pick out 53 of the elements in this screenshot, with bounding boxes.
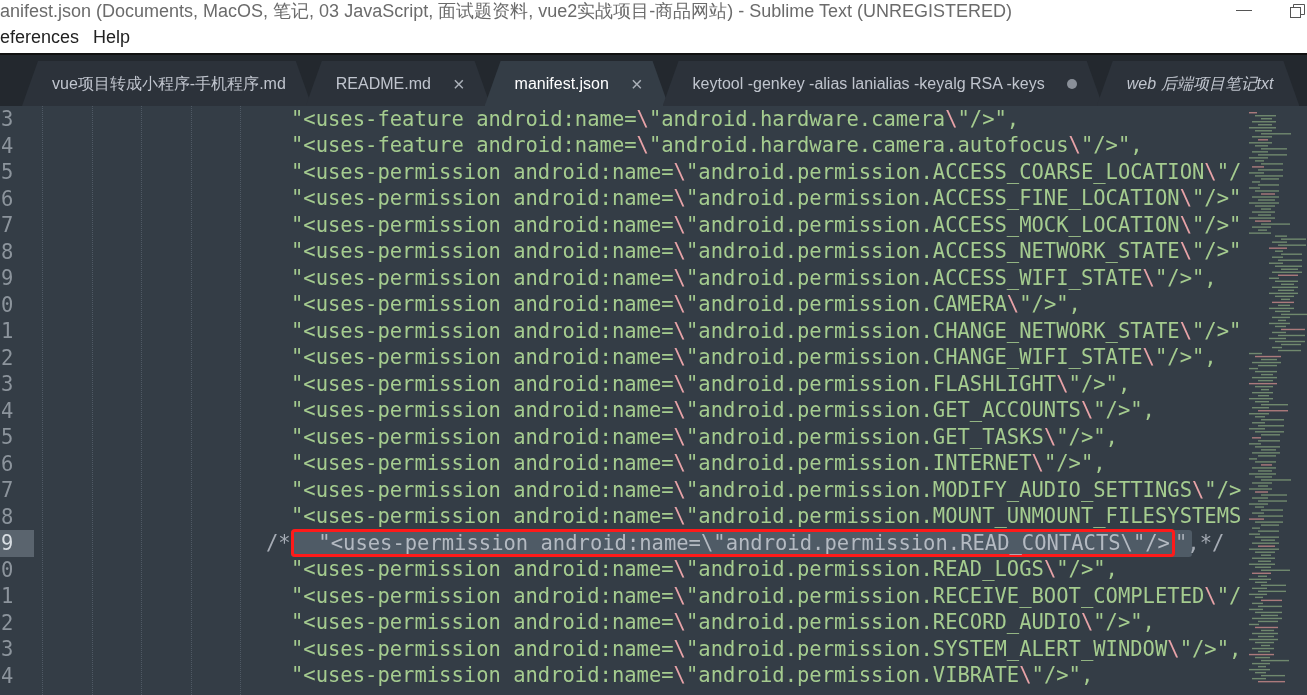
code-line: "<uses-permission android:name=\"android.permission.VIBRATE\"/>", (291, 663, 1094, 688)
line-number: 6 (0, 185, 15, 212)
restore-icon[interactable] (1290, 4, 1305, 18)
code-line: "<uses-permission android:name=\"android.permission.FLASHLIGHT\"/>", (291, 371, 1131, 396)
code-line: "<uses-permission android:name=\"android.permission.SYSTEM_ALERT_WINDOW\"/>", (291, 636, 1242, 661)
line-number: 4 (0, 662, 15, 689)
line-number: 1 (0, 318, 15, 345)
line-number: 3 (0, 106, 15, 133)
line-number: 5 (0, 424, 15, 451)
menu-item[interactable]: eferences (0, 24, 80, 51)
code-line: "<uses-permission android:name=\"android.permission.CHANGE_WIFI_STATE\"/>", (291, 345, 1217, 370)
menu-item[interactable]: Help (93, 24, 131, 51)
line-number: 9 (0, 265, 15, 292)
code-line: "<uses-permission android:name=\"android.permission.CHANGE_NETWORK_STATE\"/>" (291, 318, 1242, 343)
line-number: 3 (0, 636, 15, 663)
comment-mark: ",*/ (1174, 532, 1225, 555)
code-line: "<uses-permission android:name=\"android.permission.ACCESS_WIFI_STATE\"/>", (291, 265, 1217, 290)
minimize-icon[interactable] (1236, 10, 1252, 12)
code-line: "<uses-permission android:name=\"android.permission.READ_LOGS\"/>", (291, 557, 1118, 582)
code-line: "<uses-permission android:name=\"android.permission.MODIFY_AUDIO_SETTINGS\"/> (291, 477, 1242, 502)
code-line: "<uses-permission android:name=\"android.permission.ACCESS_MOCK_LOCATION\"/>" (291, 212, 1242, 237)
close-icon[interactable]: × (630, 73, 643, 94)
line-number: 1 (0, 583, 15, 610)
line-number: 7 (0, 477, 15, 504)
code-line: "<uses-feature android:name=\"android.hardware.camera\"/>", (291, 106, 1020, 131)
comment-mark: /* (266, 532, 291, 555)
code-line: "<uses-permission android:name=\"android.permission.GET_TASKS\"/>", (291, 424, 1118, 449)
code-line: "<uses-permission android:name=\"android.permission.ACCESS_NETWORK_STATE\"/>" (291, 239, 1242, 264)
code-line: "<uses-permission android:name=\"android.permission.ACCESS_COARSE_LOCATION\"/ (291, 159, 1242, 184)
line-number: 7 (0, 212, 15, 239)
line-number: 8 (0, 503, 15, 530)
window-title: anifest.json (Documents, MacOS, 笔记, 03 JavaScript, 面试题资料, vue2实战项目-商品网站) - Sublime Text (UNREGISTERED) (0, 2, 1012, 20)
line-number: 0 (0, 291, 15, 318)
line-number: 2 (0, 609, 15, 636)
line-number: 9 (0, 530, 34, 557)
line-number: 6 (0, 450, 15, 477)
code-line: "<uses-permission android:name=\"android.permission.GET_ACCOUNTS\"/>", (291, 398, 1155, 423)
code-line: "<uses-permission android:name=\"android.permission.CAMERA\"/>", (291, 292, 1081, 317)
line-number: 2 (0, 344, 15, 371)
code-line: "<uses-permission android:name=\"android.permission.INTERNET\"/>", (291, 451, 1106, 476)
code-line: "<uses-permission android:name=\"android.permission.ACCESS_FINE_LOCATION\"/>" (291, 186, 1242, 211)
line-number: 0 (0, 556, 15, 583)
code-line: "<uses-permission android:name=\"android.permission.RECORD_AUDIO\"/>", (291, 610, 1155, 635)
code-line: "<uses-feature android:name=\"android.hardware.camera.autofocus\"/>", (291, 133, 1143, 158)
line-number: 3 (0, 371, 15, 398)
line-number: 4 (0, 132, 15, 159)
code-line: "<uses-permission android:name=\"android.permission.RECEIVE_BOOT_COMPLETED\"/ (291, 583, 1242, 608)
line-number: 8 (0, 238, 15, 265)
line-number: 5 (0, 159, 15, 186)
code-line: "<uses-permission android:name=\"android.permission.READ_CONTACTS\"/> (318, 532, 1170, 555)
close-icon[interactable]: × (452, 73, 465, 94)
line-number: 4 (0, 397, 15, 424)
code-line: "<uses-permission android:name=\"android.permission.MOUNT_UNMOUNT_FILESYSTEMS (291, 504, 1242, 529)
